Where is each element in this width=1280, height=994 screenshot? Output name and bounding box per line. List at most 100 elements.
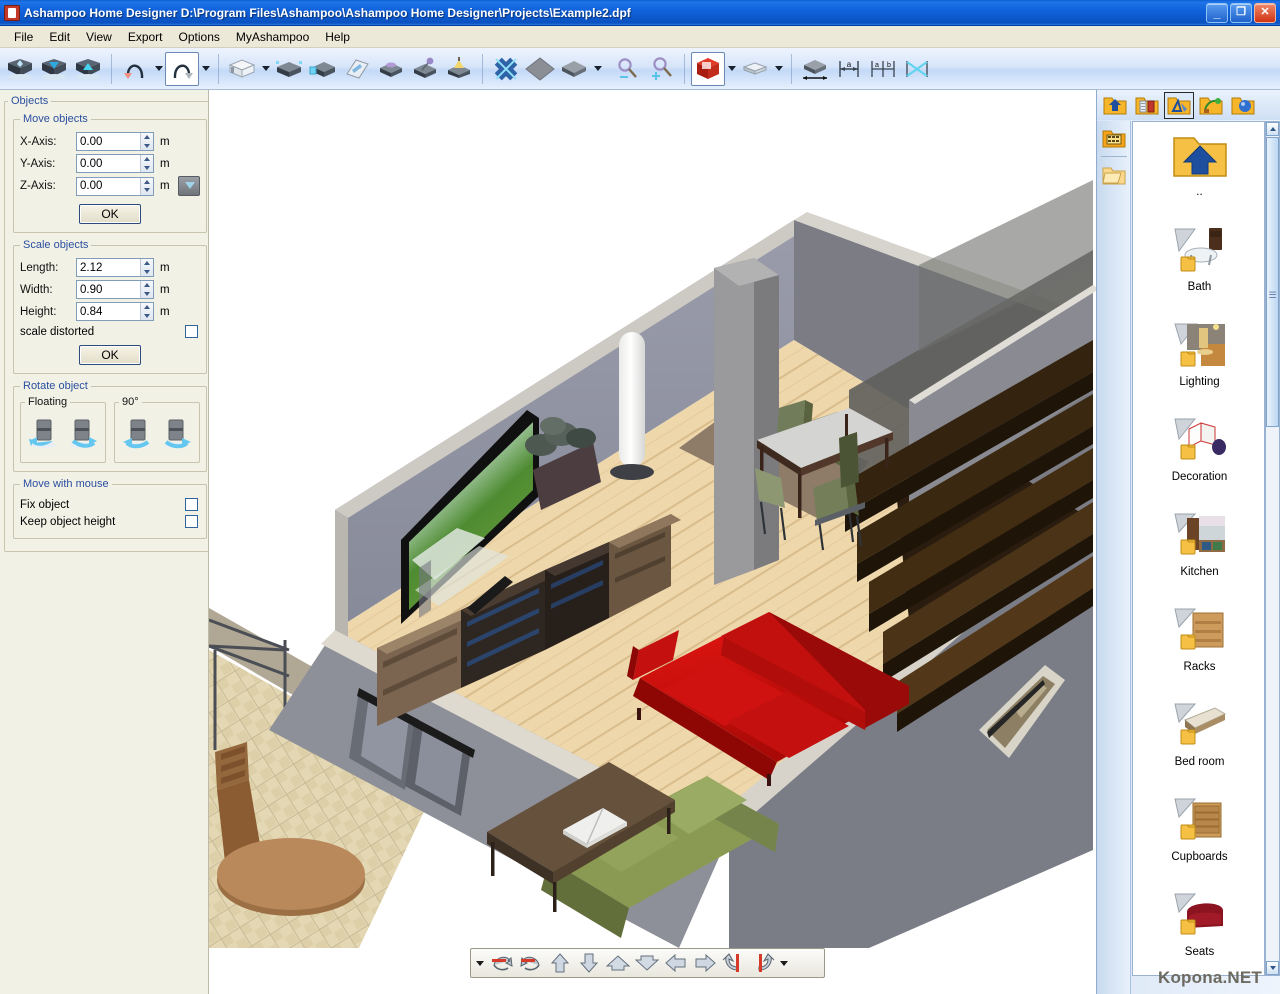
view-bottom-icon[interactable] xyxy=(71,52,105,86)
move-icon[interactable] xyxy=(489,52,523,86)
move-down-icon[interactable] xyxy=(574,950,603,976)
width-spin-up[interactable] xyxy=(141,281,153,290)
floor-slab-icon[interactable] xyxy=(557,52,591,86)
x-axis-spin-buttons[interactable] xyxy=(140,133,153,150)
move-up-icon[interactable] xyxy=(545,950,574,976)
y-axis-spin-up[interactable] xyxy=(141,155,153,164)
redo-icon[interactable] xyxy=(165,52,199,86)
z-axis-spin-buttons[interactable] xyxy=(140,178,153,195)
length-input[interactable] xyxy=(77,259,140,276)
width-input[interactable] xyxy=(77,281,140,298)
z-axis-spinner[interactable] xyxy=(76,177,154,196)
height-input[interactable] xyxy=(77,303,140,320)
y-axis-spin-down[interactable] xyxy=(141,164,153,173)
rotate-floating-left-icon[interactable] xyxy=(25,412,63,456)
catalog-item-decoration[interactable]: Decoration xyxy=(1133,407,1265,502)
redo-dropdown-icon[interactable] xyxy=(199,52,212,86)
rotate-90-right-icon[interactable] xyxy=(157,412,195,456)
dimension-single-icon[interactable]: a xyxy=(832,52,866,86)
drop-to-floor-icon[interactable] xyxy=(178,176,200,196)
rotate-scene-right-icon[interactable] xyxy=(516,950,545,976)
nav-dropdown-left-icon[interactable] xyxy=(473,950,487,976)
ceiling-light-icon[interactable] xyxy=(442,52,476,86)
keep-object-height-checkbox[interactable] xyxy=(185,515,198,528)
dimension-chain-icon[interactable]: a b xyxy=(866,52,900,86)
width-spinner[interactable] xyxy=(76,280,154,299)
width-spin-down[interactable] xyxy=(141,290,153,299)
floor-slab-dropdown-icon[interactable] xyxy=(591,52,604,86)
render-cube-icon[interactable] xyxy=(691,52,725,86)
scale-ok-button[interactable]: OK xyxy=(79,345,141,365)
height-spinner[interactable] xyxy=(76,302,154,321)
catalog-item-kitchen[interactable]: Kitchen xyxy=(1133,502,1265,597)
catalog-item-bedroom[interactable]: Bed room xyxy=(1133,692,1265,787)
menu-export[interactable]: Export xyxy=(120,28,171,46)
turn-left-icon[interactable] xyxy=(719,950,748,976)
length-spin-down[interactable] xyxy=(141,268,153,277)
scroll-up-button[interactable] xyxy=(1266,122,1279,136)
x-axis-spinner[interactable] xyxy=(76,132,154,151)
length-spinner[interactable] xyxy=(76,258,154,277)
fix-object-checkbox[interactable] xyxy=(185,498,198,511)
move-ok-button[interactable]: OK xyxy=(79,204,141,224)
view-top-icon[interactable] xyxy=(37,52,71,86)
slab-icon[interactable] xyxy=(738,52,772,86)
maximize-button[interactable]: ❐ xyxy=(1230,3,1252,23)
move-right-icon[interactable] xyxy=(690,950,719,976)
menu-help[interactable]: Help xyxy=(317,28,358,46)
zoom-in-icon[interactable] xyxy=(644,52,678,86)
roof-icon[interactable] xyxy=(340,52,374,86)
rotate-90-left-icon[interactable] xyxy=(119,412,157,456)
y-axis-input[interactable] xyxy=(77,155,140,172)
catalog-item-lighting[interactable]: Lighting xyxy=(1133,312,1265,407)
catalog-objects-icon[interactable] xyxy=(1228,92,1258,119)
tilt-up-icon[interactable] xyxy=(603,950,632,976)
catalog-item-cupboards[interactable]: Cupboards xyxy=(1133,787,1265,882)
render-dropdown-icon[interactable] xyxy=(725,52,738,86)
width-spin-buttons[interactable] xyxy=(140,281,153,298)
z-axis-spin-up[interactable] xyxy=(141,178,153,187)
view-perspective-icon[interactable] xyxy=(3,52,37,86)
minimize-button[interactable]: _ xyxy=(1206,3,1228,23)
new-room-dropdown-icon[interactable] xyxy=(259,52,272,86)
menu-edit[interactable]: Edit xyxy=(41,28,78,46)
menu-options[interactable]: Options xyxy=(171,28,228,46)
catalog-scrollbar[interactable]: ☰ xyxy=(1265,121,1280,976)
catalog-item-list[interactable]: .. Bath xyxy=(1132,121,1265,976)
length-spin-buttons[interactable] xyxy=(140,259,153,276)
scrollbar-thumb[interactable] xyxy=(1266,137,1279,427)
y-axis-spinner[interactable] xyxy=(76,154,154,173)
catalog-item-seats[interactable]: Seats xyxy=(1133,882,1265,976)
3d-scene-render[interactable] xyxy=(209,90,1096,948)
zoom-out-icon[interactable] xyxy=(610,52,644,86)
catalog-furniture-icon[interactable] xyxy=(1132,92,1162,119)
length-spin-up[interactable] xyxy=(141,259,153,268)
catalog-up-icon[interactable] xyxy=(1100,92,1130,119)
turn-right-icon[interactable] xyxy=(748,950,777,976)
close-button[interactable]: ✕ xyxy=(1254,3,1276,23)
menu-file[interactable]: File xyxy=(6,28,41,46)
nav-dropdown-right-icon[interactable] xyxy=(777,950,791,976)
new-room-icon[interactable] xyxy=(225,52,259,86)
door-icon[interactable] xyxy=(306,52,340,86)
undo-dropdown-icon[interactable] xyxy=(152,52,165,86)
menu-myashampoo[interactable]: MyAshampoo xyxy=(228,28,317,46)
surface-icon[interactable] xyxy=(523,52,557,86)
tilt-down-icon[interactable] xyxy=(632,950,661,976)
z-axis-spin-down[interactable] xyxy=(141,186,153,195)
catalog-grid-view-icon[interactable] xyxy=(1099,124,1129,152)
catalog-folder-icon[interactable] xyxy=(1099,161,1129,189)
walls-icon[interactable] xyxy=(272,52,306,86)
z-axis-input[interactable] xyxy=(77,178,140,195)
y-axis-spin-buttons[interactable] xyxy=(140,155,153,172)
catalog-item-racks[interactable]: Racks xyxy=(1133,597,1265,692)
height-spin-down[interactable] xyxy=(141,312,153,321)
3d-scene-viewport[interactable] xyxy=(209,90,1096,994)
catalog-plants-icon[interactable] xyxy=(1196,92,1226,119)
menu-view[interactable]: View xyxy=(78,28,120,46)
x-axis-spin-up[interactable] xyxy=(141,133,153,142)
height-spin-up[interactable] xyxy=(141,303,153,312)
furniture-icon[interactable] xyxy=(374,52,408,86)
x-axis-input[interactable] xyxy=(77,133,140,150)
catalog-materials-icon[interactable] xyxy=(1164,92,1194,119)
